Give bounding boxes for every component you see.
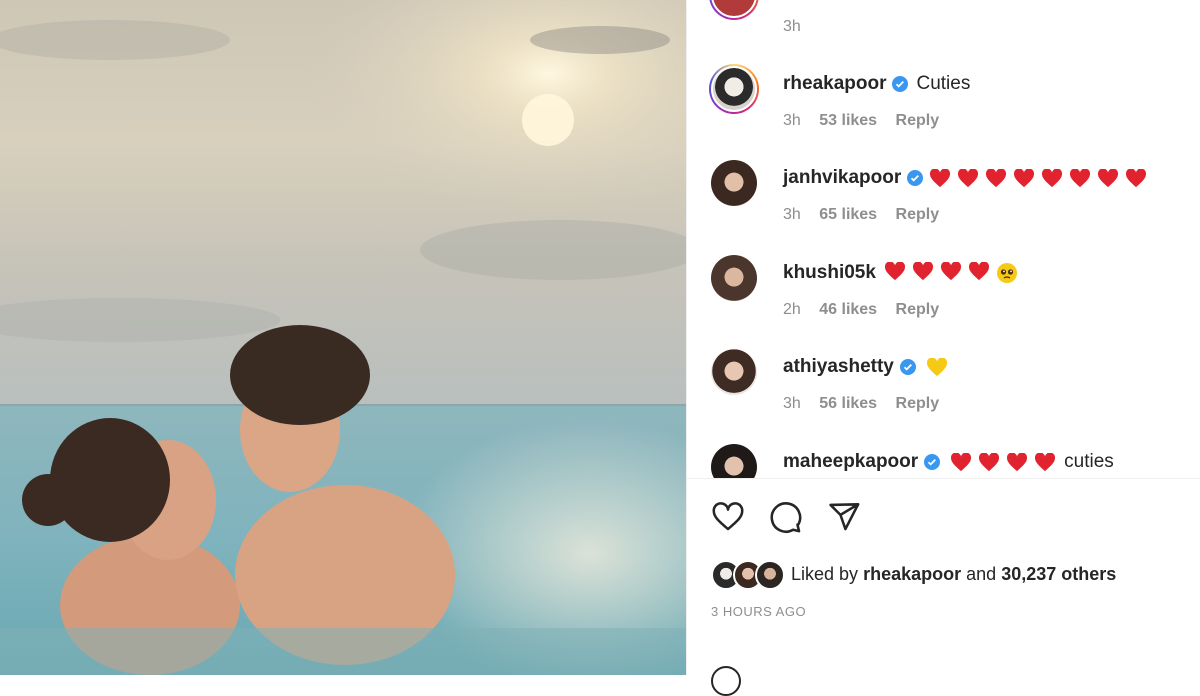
post-timestamp: 3 HOURS AGO (711, 604, 807, 619)
reply-button[interactable]: Reply (896, 112, 940, 129)
comment-time: 3h (783, 18, 801, 35)
red-heart-icon (1042, 168, 1063, 187)
avatar[interactable] (711, 349, 757, 395)
red-heart-icon (1126, 168, 1147, 187)
verified-badge-icon (892, 76, 909, 92)
comment-time: 3h (783, 395, 801, 412)
heart-emoji-group (926, 357, 948, 377)
heart-emoji-group (884, 262, 1018, 284)
comments-panel: 3h rheakapoor Cuties 3h 53 likes Reply j… (686, 0, 1200, 696)
comment-item: khushi05k 2h 46 likes Reply (711, 255, 1191, 335)
red-heart-icon (1070, 168, 1091, 187)
avatar[interactable] (711, 160, 757, 206)
red-heart-icon (912, 262, 933, 281)
comment-text: cuties (1064, 451, 1114, 472)
comment-icon[interactable] (769, 500, 803, 534)
emoji-icon[interactable] (711, 666, 741, 696)
liker-avatars[interactable] (711, 560, 785, 590)
comment-likes[interactable]: 65 likes (819, 206, 877, 223)
comment-username[interactable]: athiyashetty (783, 356, 894, 378)
comment-meta: 3h (783, 18, 815, 36)
likes-user[interactable]: rheakapoor (863, 564, 961, 585)
comment-item: maheepkapoor cuties (711, 444, 1191, 478)
likes-summary: Liked by rheakapoor and 30,237 others (711, 558, 1116, 590)
likes-count[interactable]: 30,237 others (1001, 564, 1116, 585)
likes-prefix: Liked by (791, 563, 859, 584)
avatar[interactable] (709, 0, 759, 20)
comment-time: 3h (783, 206, 801, 223)
red-heart-icon (884, 262, 905, 281)
avatar[interactable] (711, 444, 757, 478)
pleading-face-emoji-icon (996, 263, 1017, 283)
section-divider (687, 478, 1200, 479)
red-heart-icon (940, 262, 961, 281)
comment-likes[interactable]: 53 likes (819, 112, 877, 129)
comment-meta: 3h 65 likes Reply (783, 206, 953, 224)
photo-image (0, 0, 686, 675)
red-heart-icon (1098, 168, 1119, 187)
red-heart-icon (1007, 452, 1028, 471)
comment-likes[interactable]: 56 likes (819, 395, 877, 412)
avatar[interactable] (711, 255, 757, 301)
comment-item: janhvikapoor 3h 65 likes Reply (711, 160, 1191, 240)
verified-badge-icon (924, 454, 941, 470)
post-photo[interactable] (0, 0, 686, 675)
reply-button[interactable]: Reply (896, 301, 940, 318)
likes-middle: and (966, 563, 997, 584)
comments-list[interactable]: 3h rheakapoor Cuties 3h 53 likes Reply j… (687, 0, 1200, 478)
heart-outline-icon[interactable] (711, 500, 745, 534)
avatar (755, 560, 785, 590)
comment-item-partial: 3h (709, 0, 1191, 52)
comment-meta: 3h 53 likes Reply (783, 112, 953, 130)
red-heart-icon (968, 262, 989, 281)
red-heart-icon (979, 452, 1000, 471)
comment-username[interactable]: janhvikapoor (783, 167, 901, 189)
comment-item: rheakapoor Cuties 3h 53 likes Reply (709, 64, 1191, 146)
verified-badge-icon (907, 170, 924, 186)
yellow-heart-icon (926, 357, 947, 376)
verified-badge-icon (899, 359, 916, 375)
comment-item: athiyashetty 3h 56 likes Reply (711, 349, 1191, 429)
red-heart-icon (1035, 452, 1056, 471)
action-bar (711, 500, 861, 536)
reply-button[interactable]: Reply (896, 395, 940, 412)
red-heart-icon (1014, 168, 1035, 187)
heart-emoji-group (929, 168, 1147, 188)
red-heart-icon (951, 452, 972, 471)
comment-meta: 2h 46 likes Reply (783, 301, 953, 319)
red-heart-icon (958, 168, 979, 187)
comment-time: 2h (783, 301, 801, 318)
reply-button[interactable]: Reply (896, 206, 940, 223)
red-heart-icon (930, 168, 951, 187)
comment-meta: 3h 56 likes Reply (783, 395, 953, 413)
comment-username[interactable]: maheepkapoor (783, 451, 918, 473)
comment-username[interactable]: rheakapoor (783, 73, 886, 95)
comment-time: 3h (783, 112, 801, 129)
comment-text: Cuties (916, 73, 971, 94)
share-icon[interactable] (827, 500, 861, 534)
comment-username[interactable]: khushi05k (783, 262, 876, 284)
heart-emoji-group (950, 452, 1056, 472)
red-heart-icon (986, 168, 1007, 187)
comment-likes[interactable]: 46 likes (819, 301, 877, 318)
avatar[interactable] (709, 64, 759, 114)
